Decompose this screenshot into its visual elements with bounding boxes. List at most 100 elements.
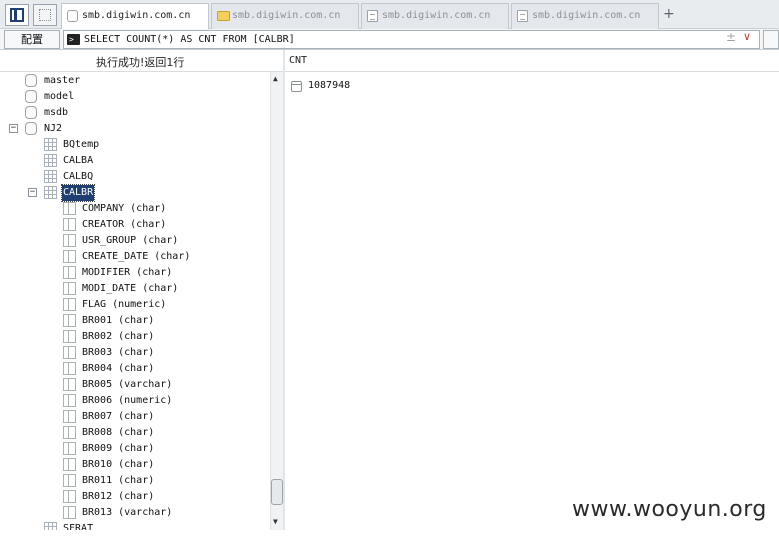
results-header: 执行成功!返回1行 CNT: [0, 50, 779, 72]
column-label: FLAG (numeric): [82, 299, 167, 310]
side-button[interactable]: [763, 30, 779, 49]
column-icon: [63, 362, 76, 375]
tab-connection-1[interactable]: smb.digiwin.com.cn: [61, 3, 209, 30]
tree-column-item[interactable]: BR007 (char): [0, 409, 270, 425]
panel-toggle-button[interactable]: [5, 4, 29, 26]
tree-column-item[interactable]: MODIFIER (char): [0, 265, 270, 281]
watermark: www.wooyun.org: [572, 497, 767, 522]
column-icon: [63, 346, 76, 359]
tree-column-item[interactable]: USR_GROUP (char): [0, 233, 270, 249]
table-icon: [44, 138, 57, 151]
tree-item-model[interactable]: model: [0, 89, 270, 105]
tree-column-item[interactable]: FLAG (numeric): [0, 297, 270, 313]
tree-column-item[interactable]: BR004 (char): [0, 361, 270, 377]
terminal-icon: [67, 31, 80, 48]
tree-column-item[interactable]: BR005 (varchar): [0, 377, 270, 393]
column-icon: [63, 394, 76, 407]
tree-item-label: NJ2: [44, 123, 63, 134]
tree-column-item[interactable]: CREATOR (char): [0, 217, 270, 233]
tree-column-item[interactable]: BR006 (numeric): [0, 393, 270, 409]
tree-item-label: model: [44, 91, 75, 102]
tree-item-msdb[interactable]: msdb: [0, 105, 270, 121]
column-icon: [63, 298, 76, 311]
column-icon: [63, 410, 76, 423]
column-icon: [63, 490, 76, 503]
column-label: CREATOR (char): [82, 219, 167, 230]
query-text: SELECT COUNT(*) AS CNT FROM [CALBR]: [84, 34, 295, 45]
tab-label: smb.digiwin.com.cn: [232, 10, 341, 21]
collapse-icon[interactable]: −: [9, 124, 18, 133]
column-icon: [63, 378, 76, 391]
tree-item-label: BQtemp: [63, 139, 100, 150]
column-icon: [63, 330, 76, 343]
tab-label: smb.digiwin.com.cn: [82, 10, 191, 21]
tab-connection-3[interactable]: smb.digiwin.com.cn: [361, 3, 509, 29]
tree-column-item[interactable]: BR001 (char): [0, 313, 270, 329]
tree-item-calbq[interactable]: CALBQ: [0, 169, 270, 185]
database-icon: [25, 90, 37, 103]
scroll-up-icon[interactable]: ▲: [273, 74, 278, 83]
column-icon: [63, 442, 76, 455]
column-icon: [63, 202, 76, 215]
scroll-thumb[interactable]: [271, 479, 283, 505]
tree-item-bqtemp[interactable]: BQtemp: [0, 137, 270, 153]
column-icon: [63, 250, 76, 263]
column-icon: [63, 266, 76, 279]
column-icon: [63, 506, 76, 519]
tree-column-item[interactable]: BR003 (char): [0, 345, 270, 361]
table-icon: [44, 154, 57, 167]
query-input[interactable]: SELECT COUNT(*) AS CNT FROM [CALBR]: [63, 30, 760, 49]
folder-icon: [217, 11, 230, 21]
column-label: USR_GROUP (char): [82, 235, 179, 246]
column-label: BR009 (char): [82, 443, 155, 454]
tab-connection-2[interactable]: smb.digiwin.com.cn: [211, 3, 359, 29]
column-label: COMPANY (char): [82, 203, 167, 214]
tree-column-item[interactable]: BR010 (char): [0, 457, 270, 473]
collapse-icon[interactable]: −: [28, 188, 37, 197]
database-icon: [67, 10, 78, 22]
new-window-button[interactable]: [33, 4, 57, 26]
tree-item-label: CALBR: [60, 184, 96, 202]
scroll-down-icon[interactable]: ▼: [273, 517, 278, 526]
tree-column-item[interactable]: MODI_DATE (char): [0, 281, 270, 297]
tree-item-master[interactable]: master: [0, 73, 270, 89]
tree-column-item[interactable]: BR011 (char): [0, 473, 270, 489]
result-cell-cnt[interactable]: 1087948: [308, 80, 350, 91]
column-icon: [63, 474, 76, 487]
tree-item-calba[interactable]: CALBA: [0, 153, 270, 169]
tree-item-sfrat[interactable]: SFRAT: [0, 521, 270, 530]
column-label: BR010 (char): [82, 459, 155, 470]
plus-minus-icon[interactable]: ±: [726, 30, 736, 44]
tree-item-nj2[interactable]: − NJ2: [0, 121, 270, 137]
column-label: BR011 (char): [82, 475, 155, 486]
column-label: BR006 (numeric): [82, 395, 173, 406]
column-label: BR003 (char): [82, 347, 155, 358]
column-label: MODI_DATE (char): [82, 283, 179, 294]
tree-scrollbar[interactable]: ▲ ▼: [270, 72, 283, 530]
column-label: MODIFIER (char): [82, 267, 173, 278]
tree-item-calbr[interactable]: − CALBR: [0, 184, 270, 202]
chevron-down-icon[interactable]: ∨: [743, 30, 751, 43]
tab-connection-4[interactable]: smb.digiwin.com.cn: [511, 3, 659, 29]
tree-column-item[interactable]: BR008 (char): [0, 425, 270, 441]
column-header-cnt[interactable]: CNT: [289, 55, 307, 66]
tree-column-item[interactable]: BR002 (char): [0, 329, 270, 345]
column-label: BR012 (char): [82, 491, 155, 502]
tree-column-item[interactable]: BR013 (varchar): [0, 505, 270, 521]
tree-column-item[interactable]: COMPANY (char): [0, 201, 270, 217]
document-icon: [517, 10, 528, 22]
tree-item-label: CALBQ: [63, 171, 94, 182]
column-icon: [63, 426, 76, 439]
tree-column-item[interactable]: BR012 (char): [0, 489, 270, 505]
tree-item-label: msdb: [44, 107, 69, 118]
tree-item-label: CALBA: [63, 155, 94, 166]
column-label: BR004 (char): [82, 363, 155, 374]
config-button[interactable]: 配置: [4, 30, 60, 49]
column-icon: [63, 234, 76, 247]
tree-column-item[interactable]: BR009 (char): [0, 441, 270, 457]
tree-column-item[interactable]: CREATE_DATE (char): [0, 249, 270, 265]
add-tab-button[interactable]: +: [663, 6, 675, 22]
object-tree: master model msdb − NJ2 BQtemp CALBA CAL…: [0, 72, 270, 530]
database-icon: [25, 122, 37, 135]
column-label: BR002 (char): [82, 331, 155, 342]
